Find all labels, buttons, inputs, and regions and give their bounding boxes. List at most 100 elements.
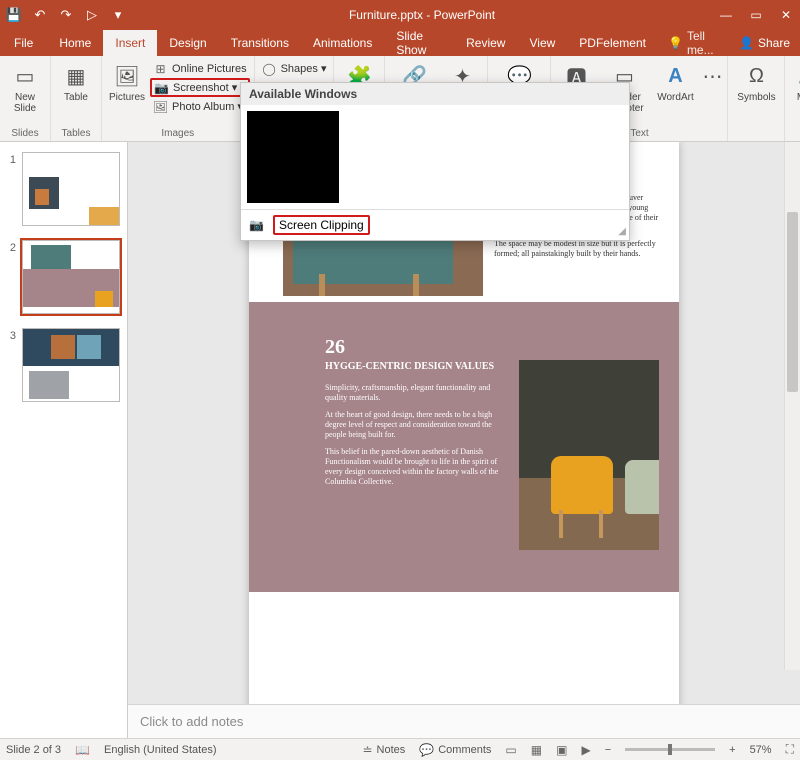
scroll-thumb[interactable] bbox=[787, 212, 798, 392]
table-icon: ▦ bbox=[62, 62, 90, 90]
pictures-button[interactable]: 🖼 Pictures bbox=[106, 58, 148, 103]
media-icon: 🔊 bbox=[796, 62, 800, 90]
start-slideshow-icon[interactable]: ▷ bbox=[84, 7, 100, 23]
group-images: 🖼 Pictures ⊞ Online Pictures 📷 Screenshot … bbox=[102, 56, 255, 141]
slide-thumb-3[interactable]: 3 bbox=[6, 328, 121, 402]
media-button[interactable]: 🔊Media bbox=[789, 58, 800, 103]
screenshot-icon: 📷 bbox=[154, 80, 169, 95]
slide-thumbnail-pane[interactable]: 1 2 3 bbox=[0, 142, 128, 738]
zoom-knob[interactable] bbox=[668, 744, 672, 755]
group-media: 🔊Media bbox=[785, 56, 800, 141]
tab-insert[interactable]: Insert bbox=[103, 30, 157, 56]
tab-review[interactable]: Review bbox=[454, 30, 517, 56]
tell-me[interactable]: 💡 Tell me... bbox=[658, 30, 729, 56]
table-button[interactable]: ▦ Table bbox=[55, 58, 97, 103]
available-window-thumb[interactable] bbox=[247, 111, 339, 203]
notes-icon: ≐ bbox=[362, 743, 372, 757]
heading-title-26: HYGGE-CENTRIC DESIGN VALUES bbox=[325, 361, 510, 373]
symbols-button[interactable]: Ω Symbols bbox=[732, 58, 780, 103]
save-icon[interactable]: 💾 bbox=[6, 7, 22, 23]
maximize-button[interactable]: ▭ bbox=[748, 7, 764, 23]
share-button[interactable]: 👤 Share bbox=[729, 30, 800, 56]
text-more-button[interactable]: ⋯ bbox=[701, 58, 723, 90]
tab-home[interactable]: Home bbox=[47, 30, 103, 56]
redo-icon[interactable]: ↷ bbox=[58, 7, 74, 23]
notes-placeholder: Click to add notes bbox=[140, 714, 243, 729]
clip-icon: 📷 bbox=[249, 217, 265, 233]
resize-grip-icon[interactable]: ◢ bbox=[618, 226, 626, 237]
slide-thumb-img bbox=[22, 152, 120, 226]
quick-access-toolbar: 💾 ↶ ↷ ▷ ▾ bbox=[6, 7, 126, 23]
notes-label: Notes bbox=[377, 744, 406, 756]
group-slides-label: Slides bbox=[4, 127, 46, 141]
zoom-out-button[interactable]: − bbox=[605, 744, 611, 756]
notes-toggle[interactable]: ≐ Notes bbox=[362, 743, 405, 757]
dropdown-header: Available Windows bbox=[241, 83, 629, 105]
close-button[interactable]: ✕ bbox=[778, 7, 794, 23]
minimize-button[interactable]: — bbox=[718, 7, 734, 23]
spellcheck-icon[interactable]: 📖 bbox=[75, 743, 90, 757]
symbols-label: Symbols bbox=[737, 92, 775, 103]
text-block-26[interactable]: 26 HYGGE-CENTRIC DESIGN VALUES Simplicit… bbox=[325, 336, 510, 494]
tab-slideshow[interactable]: Slide Show bbox=[384, 30, 454, 56]
sorter-view-icon[interactable]: ▦ bbox=[531, 743, 542, 757]
reading-view-icon[interactable]: ▣ bbox=[556, 743, 567, 757]
tab-pdfelement[interactable]: PDFelement bbox=[567, 30, 658, 56]
chair-image[interactable] bbox=[519, 360, 659, 550]
screenshot-label: Screenshot ▾ bbox=[173, 81, 237, 94]
ribbon: ▭ New Slide Slides ▦ Table Tables 🖼 Pict… bbox=[0, 56, 800, 142]
wordart-icon: A bbox=[661, 62, 689, 90]
share-label: Share bbox=[758, 36, 790, 50]
screenshot-dropdown: Available Windows 📷 Screen Clipping ◢ bbox=[240, 82, 630, 241]
online-pictures-icon: ⊞ bbox=[153, 61, 168, 76]
language-indicator[interactable]: English (United States) bbox=[104, 744, 217, 756]
comments-icon: 💬 bbox=[419, 743, 434, 757]
slide-indicator[interactable]: Slide 2 of 3 bbox=[6, 744, 61, 756]
online-pictures-button[interactable]: ⊞ Online Pictures bbox=[150, 60, 250, 77]
notes-pane[interactable]: Click to add notes bbox=[128, 704, 800, 738]
para-26-3: This belief in the pared-down aesthetic … bbox=[325, 447, 510, 487]
para-26-2: At the heart of good design, there needs… bbox=[325, 410, 510, 440]
symbols-icon: Ω bbox=[742, 62, 770, 90]
group-symbols: Ω Symbols bbox=[728, 56, 785, 141]
group-images-label: Images bbox=[106, 127, 250, 141]
new-slide-label: New Slide bbox=[14, 92, 36, 114]
zoom-percent[interactable]: 57% bbox=[750, 744, 772, 756]
group-tables: ▦ Table Tables bbox=[51, 56, 102, 141]
person-icon: 👤 bbox=[739, 36, 754, 50]
undo-icon[interactable]: ↶ bbox=[32, 7, 48, 23]
slideshow-view-icon[interactable]: ▶ bbox=[581, 743, 590, 757]
group-tables-label: Tables bbox=[55, 127, 97, 141]
photo-album-button[interactable]: 🖼Photo Album ▾ bbox=[150, 98, 250, 115]
tab-design[interactable]: Design bbox=[157, 30, 218, 56]
wordart-label: WordArt bbox=[657, 92, 694, 103]
normal-view-icon[interactable]: ▭ bbox=[505, 743, 516, 757]
screenshot-button[interactable]: 📷 Screenshot ▾ bbox=[150, 78, 250, 97]
fit-to-window-icon[interactable]: ⛶ bbox=[786, 742, 794, 757]
status-bar: Slide 2 of 3 📖 English (United States) ≐… bbox=[0, 738, 800, 760]
screen-clipping-label: Screen Clipping bbox=[279, 218, 364, 232]
tab-animations[interactable]: Animations bbox=[301, 30, 384, 56]
tab-view[interactable]: View bbox=[517, 30, 567, 56]
slide-number: 1 bbox=[6, 152, 16, 226]
shapes-button[interactable]: ◯Shapes ▾ bbox=[259, 60, 330, 77]
title-bar: 💾 ↶ ↷ ▷ ▾ Furniture.pptx - PowerPoint — … bbox=[0, 0, 800, 30]
qat-more-icon[interactable]: ▾ bbox=[110, 7, 126, 23]
tab-file[interactable]: File bbox=[0, 30, 47, 56]
slide-thumb-2[interactable]: 2 bbox=[6, 240, 121, 314]
photo-album-label: Photo Album ▾ bbox=[172, 100, 243, 113]
slide-thumb-1[interactable]: 1 bbox=[6, 152, 121, 226]
zoom-in-button[interactable]: + bbox=[729, 744, 735, 756]
pictures-label: Pictures bbox=[109, 92, 145, 103]
new-slide-button[interactable]: ▭ New Slide bbox=[4, 58, 46, 114]
shapes-label: Shapes ▾ bbox=[281, 62, 327, 75]
screen-clipping-item[interactable]: 📷 Screen Clipping bbox=[241, 209, 629, 240]
vertical-scrollbar[interactable] bbox=[784, 142, 800, 670]
comments-toggle[interactable]: 💬Comments bbox=[419, 743, 491, 757]
wordart-button[interactable]: A WordArt bbox=[651, 58, 699, 103]
tab-transitions[interactable]: Transitions bbox=[219, 30, 301, 56]
online-pictures-label: Online Pictures bbox=[172, 63, 247, 75]
heading-num-26: 26 bbox=[325, 336, 510, 359]
zoom-slider[interactable] bbox=[625, 748, 715, 751]
window-controls: — ▭ ✕ bbox=[718, 7, 794, 23]
